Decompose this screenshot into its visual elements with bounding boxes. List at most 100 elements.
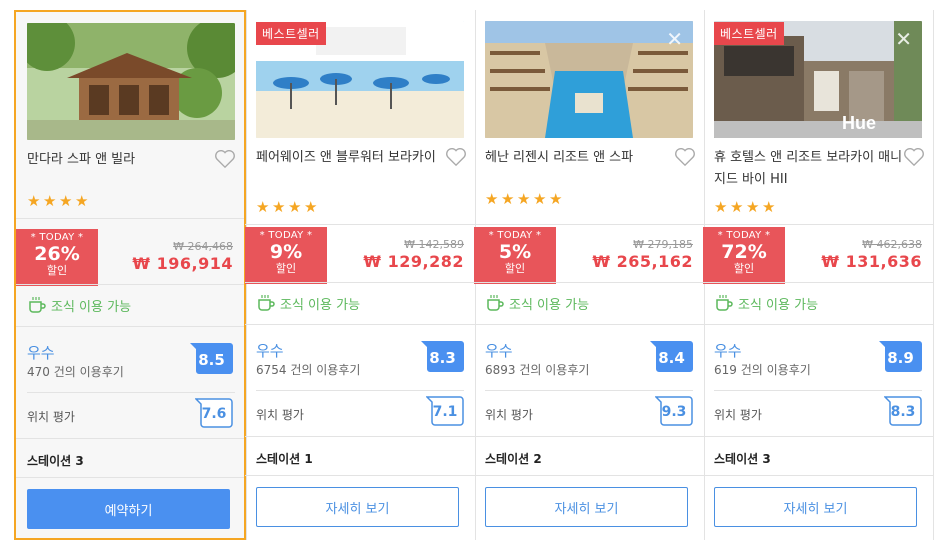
- hotel-photo[interactable]: Hue 베스트셀러 ✕: [714, 21, 922, 138]
- heart-icon[interactable]: [445, 147, 467, 167]
- star-icon: ★: [762, 198, 777, 216]
- discount-badge: * TODAY * 72% 할인: [703, 227, 785, 284]
- heart-icon[interactable]: [674, 147, 696, 167]
- book-button[interactable]: 예약하기: [27, 489, 230, 529]
- details-button[interactable]: 자세히 보기: [485, 487, 688, 527]
- divider: [703, 224, 933, 225]
- location-score: 7.6: [201, 406, 227, 422]
- rating-word: 우수: [256, 342, 284, 360]
- hotel-photo[interactable]: 베스트셀러 ✕: [256, 21, 464, 138]
- divider: [703, 436, 933, 437]
- breakfast-info: 조식 이용 가능: [485, 293, 589, 313]
- review-score-badge: 8.4: [650, 341, 693, 373]
- divider: [703, 282, 933, 283]
- review-score-badge: 8.3: [421, 341, 464, 373]
- star-icon: ★: [27, 192, 42, 210]
- details-button[interactable]: 자세히 보기: [256, 487, 459, 527]
- close-icon[interactable]: ✕: [437, 29, 454, 49]
- hotel-name[interactable]: 만다라 스파 앤 빌라: [27, 149, 217, 171]
- star-icon: ★: [43, 192, 58, 210]
- star-icon: ★: [485, 190, 500, 208]
- star-icon: ★: [288, 198, 303, 216]
- divider: [16, 477, 244, 478]
- review-count[interactable]: 619 건의 이용후기: [714, 361, 811, 378]
- star-icon: ★: [730, 198, 745, 216]
- bestseller-badge: 베스트셀러: [714, 22, 784, 45]
- hotel-card[interactable]: Hue 베스트셀러 ✕ 휴 호텔스 앤 리조트 보라카이 매니지드 바이 HII…: [703, 10, 933, 540]
- location-label: 위치 평가: [714, 408, 762, 422]
- star-rating: ★ ★ ★ ★: [256, 198, 320, 216]
- divider: [703, 475, 933, 476]
- location-score-badge: 7.6: [194, 398, 233, 428]
- divider: [27, 392, 235, 393]
- discount-percent: 26%: [34, 243, 80, 265]
- discount-badge: * TODAY * 9% 할인: [245, 227, 327, 284]
- divider: [16, 438, 244, 439]
- star-icon: ★: [272, 198, 287, 216]
- discount-word: 할인: [504, 262, 526, 275]
- divider: [245, 224, 475, 225]
- review-score: 8.9: [887, 349, 914, 367]
- divider: [474, 282, 704, 283]
- coffee-cup-icon: [29, 297, 46, 313]
- star-icon: ★: [256, 198, 271, 216]
- location-score: 9.3: [661, 404, 687, 420]
- hotel-name[interactable]: 휴 호텔스 앤 리조트 보라카이 매니지드 바이 HII: [714, 147, 904, 191]
- original-price: ₩ 279,185: [633, 238, 693, 251]
- heart-icon[interactable]: [214, 149, 236, 169]
- discount-badge: * TODAY * 5% 할인: [474, 227, 556, 284]
- review-score-badge: 8.5: [190, 343, 233, 375]
- hotel-comparison-list: 만다라 스파 앤 빌라 ★ ★ ★ ★ * TODAY * 26% 할인 ₩ 264,…: [0, 0, 946, 560]
- close-icon[interactable]: ✕: [895, 29, 912, 49]
- location-label: 위치 평가: [256, 408, 304, 422]
- location-score: 8.3: [890, 404, 916, 420]
- location-label: 위치 평가: [485, 408, 533, 422]
- svg-text:Hue: Hue: [842, 113, 876, 133]
- hotel-photo[interactable]: [27, 23, 235, 140]
- star-icon: ★: [59, 192, 74, 210]
- review-count[interactable]: 6754 건의 이용후기: [256, 361, 360, 378]
- breakfast-label: 조식 이용 가능: [738, 297, 819, 313]
- sale-price: ₩ 265,162: [592, 252, 693, 271]
- heart-icon[interactable]: [903, 147, 925, 167]
- divider: [245, 324, 475, 325]
- sale-price: ₩ 196,914: [132, 254, 233, 273]
- star-icon: ★: [75, 192, 90, 210]
- station-label: 스테이션 3: [27, 454, 84, 468]
- hotel-card[interactable]: 베스트셀러 ✕ 페어웨이즈 앤 블루워터 보라카이 ★ ★ ★ ★ * TODAY *…: [245, 10, 475, 540]
- station-label: 스테이션 1: [256, 452, 313, 466]
- breakfast-label: 조식 이용 가능: [509, 297, 590, 313]
- coffee-cup-icon: [716, 295, 733, 311]
- hotel-card[interactable]: ✕ 헤난 리젠시 리조트 앤 스파 ★ ★ ★ ★ ★ * TODAY * 5% 할인 …: [474, 10, 704, 540]
- review-count[interactable]: 470 건의 이용후기: [27, 363, 124, 380]
- review-count[interactable]: 6893 건의 이용후기: [485, 361, 589, 378]
- sale-price: ₩ 131,636: [821, 252, 922, 271]
- close-icon[interactable]: ✕: [666, 29, 683, 49]
- today-label: * TODAY *: [488, 230, 542, 241]
- rating-word: 우수: [27, 344, 55, 362]
- coffee-cup-icon: [487, 295, 504, 311]
- discount-word: 할인: [46, 264, 68, 277]
- hotel-card[interactable]: 만다라 스파 앤 빌라 ★ ★ ★ ★ * TODAY * 26% 할인 ₩ 264,…: [14, 10, 246, 540]
- column-separator: [933, 10, 934, 540]
- discount-percent: 72%: [721, 241, 767, 263]
- details-button[interactable]: 자세히 보기: [714, 487, 917, 527]
- review-score: 8.4: [658, 349, 685, 367]
- divider: [245, 282, 475, 283]
- hotel-name[interactable]: 헤난 리젠시 리조트 앤 스파: [485, 147, 675, 169]
- station-label: 스테이션 3: [714, 452, 771, 466]
- discount-percent: 5%: [498, 241, 532, 263]
- rating-word: 우수: [485, 342, 513, 360]
- discount-percent: 9%: [269, 241, 303, 263]
- star-icon: ★: [304, 198, 319, 216]
- hotel-name[interactable]: 페어웨이즈 앤 블루워터 보라카이: [256, 147, 446, 169]
- coffee-cup-icon: [258, 295, 275, 311]
- breakfast-info: 조식 이용 가능: [27, 295, 131, 315]
- hotel-photo[interactable]: ✕: [485, 21, 693, 138]
- divider: [714, 390, 922, 391]
- star-rating: ★ ★ ★ ★ ★: [485, 190, 565, 208]
- star-icon: ★: [746, 198, 761, 216]
- divider: [256, 390, 464, 391]
- discount-badge: * TODAY * 26% 할인: [16, 229, 98, 286]
- discount-word: 할인: [275, 262, 297, 275]
